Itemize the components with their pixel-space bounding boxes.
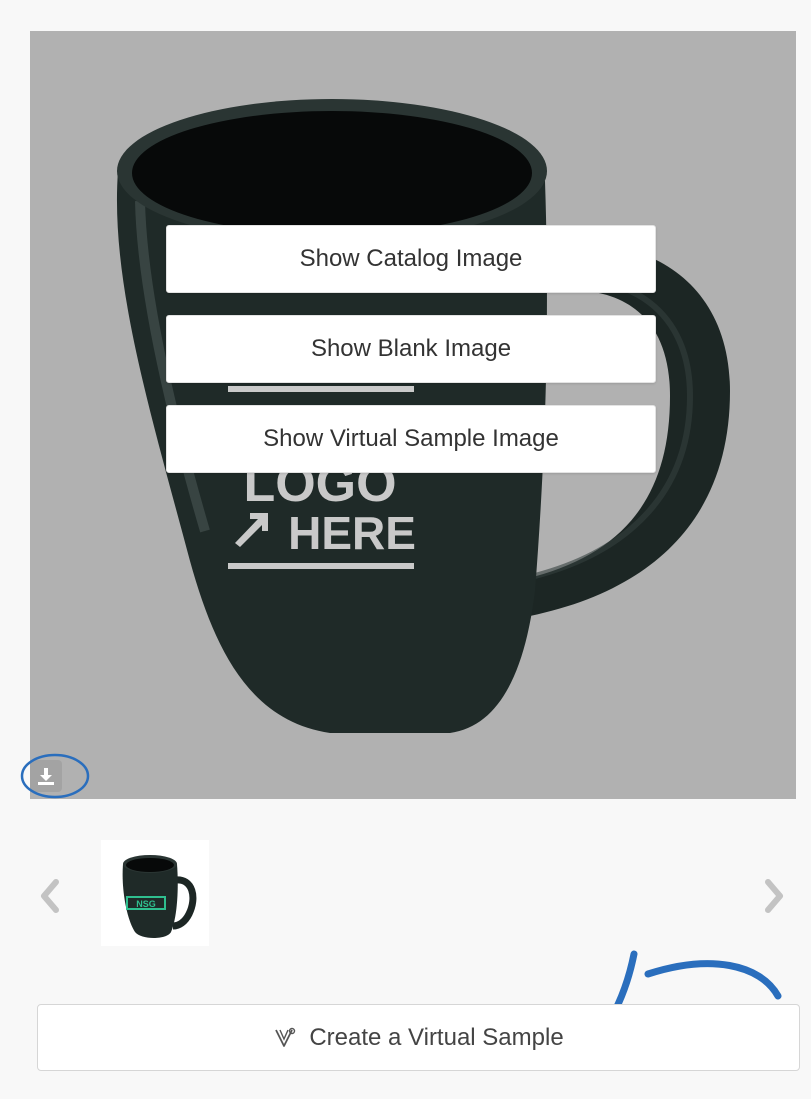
- thumbnail-prev-button[interactable]: [36, 870, 64, 922]
- show-catalog-image-button[interactable]: Show Catalog Image: [166, 225, 656, 293]
- imprint-line-bottom: [228, 563, 414, 569]
- show-virtual-sample-image-button[interactable]: Show Virtual Sample Image: [166, 405, 656, 473]
- thumbnail-logo-text: NSG: [136, 899, 156, 909]
- chevron-left-icon: [41, 879, 59, 913]
- virtual-sample-icon: [275, 1027, 296, 1047]
- product-thumbnail[interactable]: NSG: [101, 840, 209, 946]
- imprint-line-top: [228, 386, 414, 392]
- chevron-right-icon: [765, 879, 783, 913]
- download-highlight-annotation: [20, 753, 90, 799]
- show-blank-image-button[interactable]: Show Blank Image: [166, 315, 656, 383]
- imprint-text-here: HERE: [288, 507, 416, 559]
- create-virtual-sample-label: Create a Virtual Sample: [309, 1023, 564, 1051]
- thumbnail-mug-image: NSG: [122, 855, 197, 938]
- create-virtual-sample-button[interactable]: Create a Virtual Sample: [37, 1004, 800, 1071]
- thumbnail-next-button[interactable]: [760, 870, 788, 922]
- product-image-viewer: LOGO HERE Show Catalog Image Show Blank …: [30, 31, 796, 799]
